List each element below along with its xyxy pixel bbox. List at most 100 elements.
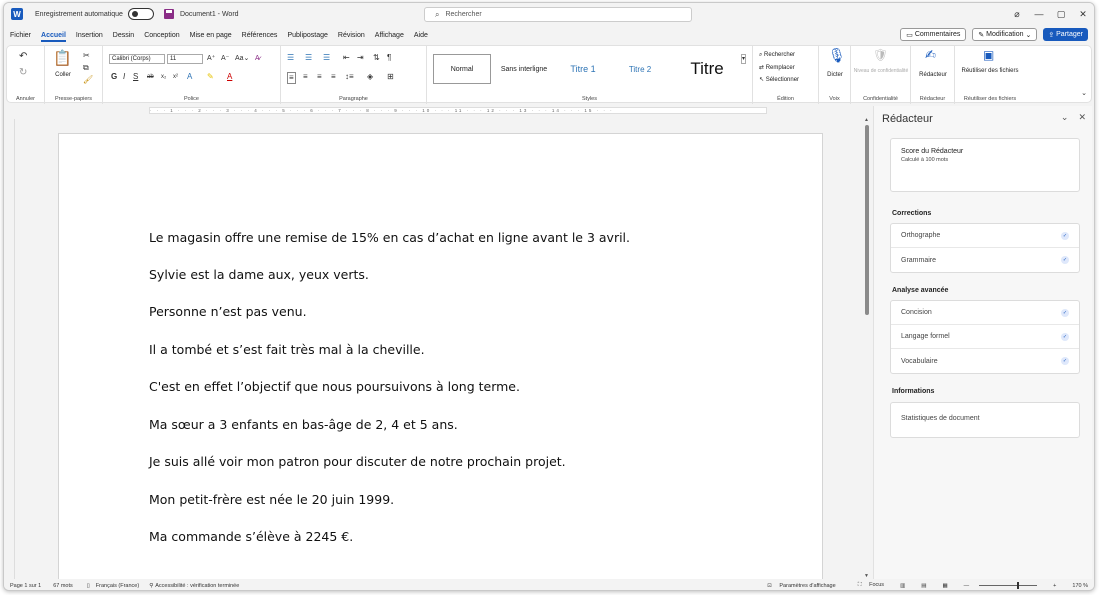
cut-icon[interactable]: ✂ bbox=[83, 51, 90, 61]
decrease-indent-icon[interactable]: ⇤ bbox=[343, 53, 350, 63]
style-titre-2[interactable]: Titre 2 bbox=[615, 54, 665, 84]
language-status[interactable]: Français (France) bbox=[96, 583, 139, 589]
editor-button[interactable]: Rédacteur bbox=[911, 72, 955, 78]
focus-button[interactable]: ⛶ Focus bbox=[852, 582, 884, 589]
zoom-level[interactable]: 170 % bbox=[1072, 583, 1088, 589]
pane-options-icon[interactable]: ⌄ bbox=[1061, 112, 1069, 123]
scroll-thumb[interactable] bbox=[865, 125, 869, 315]
minimize-icon[interactable]: — bbox=[1028, 9, 1050, 19]
bullets-icon[interactable]: ☰ bbox=[287, 53, 294, 63]
editor-icon[interactable]: ✍ bbox=[925, 48, 936, 61]
tab-conception[interactable]: Conception bbox=[144, 32, 179, 39]
superscript-icon[interactable]: x² bbox=[173, 72, 178, 82]
redo-icon[interactable]: ↻ bbox=[19, 68, 27, 78]
paste-icon[interactable]: 📋 bbox=[53, 51, 72, 67]
font-name-select[interactable]: Calibri (Corps) bbox=[109, 54, 165, 64]
doc-line-6[interactable]: Ma sœur a 3 enfants en bas-âge de 2, 4 e… bbox=[149, 417, 458, 432]
underline-icon[interactable]: S bbox=[133, 72, 138, 82]
numbering-icon[interactable]: ☰ bbox=[305, 53, 312, 63]
web-layout-icon[interactable]: ▦ bbox=[942, 583, 947, 589]
tab-revision[interactable]: Révision bbox=[338, 32, 365, 39]
paste-label[interactable]: Coller bbox=[51, 72, 75, 78]
scroll-up-icon[interactable]: ▲ bbox=[864, 117, 869, 123]
sort-icon[interactable]: ⇅ bbox=[373, 53, 380, 63]
line-spacing-icon[interactable]: ↕≡ bbox=[345, 72, 354, 82]
word-count[interactable]: 67 mots bbox=[53, 583, 73, 589]
statistics-card[interactable]: Statistiques de document bbox=[890, 402, 1080, 438]
autosave-toggle[interactable] bbox=[127, 8, 154, 20]
print-layout-icon[interactable]: ▤ bbox=[921, 583, 926, 589]
reuse-files-button[interactable]: Réutiliser des fichiers bbox=[961, 68, 1019, 74]
analyse-langage-formel[interactable]: Langage formel ✓ bbox=[891, 325, 1079, 349]
styles-more-icon[interactable]: ▾ bbox=[741, 54, 747, 64]
tab-mise-en-page[interactable]: Mise en page bbox=[190, 32, 232, 39]
style-titre[interactable]: Titre bbox=[675, 54, 739, 84]
document-page[interactable]: Le magasin offre une remise de 15% en ca… bbox=[58, 133, 823, 579]
select-button[interactable]: ↖ Sélectionner bbox=[759, 76, 799, 83]
copy-icon[interactable]: ⧉ bbox=[83, 63, 89, 73]
tab-affichage[interactable]: Affichage bbox=[375, 32, 404, 39]
editor-score-card[interactable]: Score du Rédacteur Calculé à 100 mots bbox=[890, 138, 1080, 192]
display-settings-button[interactable]: ⊡ Paramètres d'affichage bbox=[761, 583, 835, 589]
undo-icon[interactable]: ↶ bbox=[19, 52, 27, 62]
shrink-font-icon[interactable]: A⁻ bbox=[221, 54, 229, 64]
share-button[interactable]: ⇪ Partager bbox=[1043, 28, 1088, 41]
tab-publipostage[interactable]: Publipostage bbox=[287, 32, 327, 39]
tab-aide[interactable]: Aide bbox=[414, 32, 428, 39]
word-icon[interactable]: W bbox=[11, 8, 23, 20]
reuse-files-icon[interactable]: ▣ bbox=[983, 49, 994, 61]
pilcrow-icon[interactable]: ¶ bbox=[387, 53, 391, 63]
font-size-select[interactable]: 11 bbox=[167, 54, 203, 64]
page-count[interactable]: Page 1 sur 1 bbox=[10, 583, 41, 589]
justify-icon[interactable]: ≡ bbox=[331, 72, 336, 82]
style-sans-interligne[interactable]: Sans interligne bbox=[493, 54, 555, 84]
accessibility-status[interactable]: Accessibilité : vérification terminée bbox=[155, 583, 239, 589]
pen-icon[interactable]: ⌀ bbox=[1006, 9, 1028, 20]
close-icon[interactable]: ✕ bbox=[1072, 9, 1094, 20]
strikethrough-icon[interactable]: ab bbox=[147, 72, 154, 82]
grow-font-icon[interactable]: A⁺ bbox=[207, 54, 215, 64]
doc-line-3[interactable]: Personne n’est pas venu. bbox=[149, 304, 307, 319]
clear-format-icon[interactable]: A̷ bbox=[255, 54, 260, 64]
tab-references[interactable]: Références bbox=[242, 32, 278, 39]
search-input[interactable]: ⌕ Rechercher bbox=[424, 7, 692, 22]
doc-line-1[interactable]: Le magasin offre une remise de 15% en ca… bbox=[149, 230, 630, 245]
format-painter-icon[interactable]: 🖌 bbox=[83, 75, 93, 85]
bold-icon[interactable]: G bbox=[111, 72, 117, 82]
document-area[interactable]: Le magasin offre une remise de 15% en ca… bbox=[16, 117, 860, 579]
borders-icon[interactable]: ⊞ bbox=[387, 72, 394, 82]
microphone-icon[interactable]: 🎙 bbox=[828, 48, 846, 62]
increase-indent-icon[interactable]: ⇥ bbox=[357, 53, 364, 63]
style-titre-1[interactable]: Titre 1 bbox=[557, 54, 609, 84]
pane-close-icon[interactable]: ✕ bbox=[1078, 112, 1086, 123]
doc-line-8[interactable]: Mon petit-frère est née le 20 juin 1999. bbox=[149, 492, 394, 507]
comments-button[interactable]: ▭ Commentaires bbox=[900, 28, 967, 41]
highlight-icon[interactable]: ✎ bbox=[207, 72, 214, 82]
dictate-label[interactable]: Dicter bbox=[819, 72, 851, 78]
editing-mode-button[interactable]: ✎ Modification ⌄ bbox=[972, 28, 1038, 41]
correction-grammaire[interactable]: Grammaire ✓ bbox=[891, 248, 1079, 272]
style-normal[interactable]: Normal bbox=[433, 54, 491, 84]
align-right-icon[interactable]: ≡ bbox=[317, 72, 322, 82]
collapse-ribbon-icon[interactable]: ⌄ bbox=[1081, 89, 1087, 99]
text-effects-icon[interactable]: A bbox=[187, 72, 192, 82]
doc-line-4[interactable]: Il a tombé et s’est fait très mal à la c… bbox=[149, 342, 425, 357]
change-case-icon[interactable]: Aa⌄ bbox=[235, 54, 249, 64]
zoom-in-icon[interactable]: + bbox=[1053, 583, 1056, 589]
italic-icon[interactable]: I bbox=[123, 72, 125, 82]
doc-line-2[interactable]: Sylvie est la dame aux, yeux verts. bbox=[149, 267, 369, 282]
font-color-icon[interactable]: A bbox=[227, 72, 232, 82]
tab-accueil[interactable]: Accueil bbox=[41, 32, 66, 42]
tab-dessin[interactable]: Dessin bbox=[113, 32, 134, 39]
analyse-vocabulaire[interactable]: Vocabulaire ✓ bbox=[891, 349, 1079, 373]
read-mode-icon[interactable]: ▥ bbox=[900, 583, 905, 589]
align-left-icon[interactable]: ≡ bbox=[287, 72, 296, 84]
zoom-out-icon[interactable]: — bbox=[964, 583, 970, 589]
subscript-icon[interactable]: x₂ bbox=[161, 72, 166, 82]
zoom-slider[interactable] bbox=[979, 582, 1038, 589]
save-icon[interactable] bbox=[163, 9, 174, 19]
correction-orthographe[interactable]: Orthographe ✓ bbox=[891, 224, 1079, 248]
replace-button[interactable]: ⇄ Remplacer bbox=[759, 64, 795, 71]
multilevel-list-icon[interactable]: ☰ bbox=[323, 53, 330, 63]
maximize-icon[interactable]: ▢ bbox=[1050, 9, 1072, 20]
